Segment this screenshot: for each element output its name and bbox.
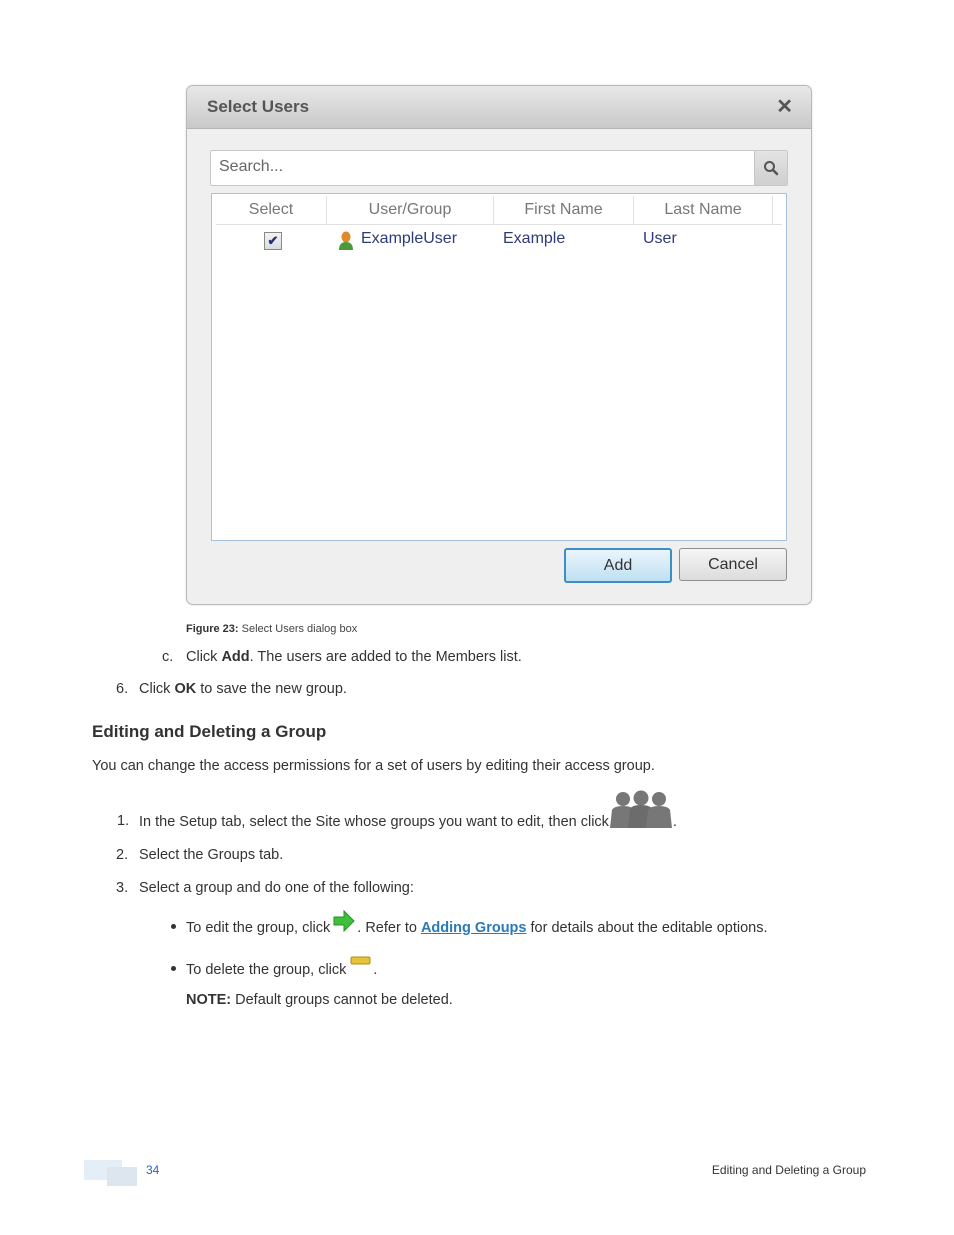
search-icon xyxy=(764,161,779,176)
step-text: Click xyxy=(139,681,175,697)
edit-arrow-icon xyxy=(333,909,355,933)
cell-last-name: User xyxy=(643,230,677,247)
section-intro: You can change the access permissions fo… xyxy=(92,758,655,774)
note-label: NOTE: xyxy=(186,992,232,1008)
figure-text: Select Users dialog box xyxy=(241,623,358,635)
dialog-title-bar: Select Users ✕ xyxy=(187,86,811,129)
step-marker: 1. xyxy=(117,813,130,829)
bullet-text: for details about the editable options. xyxy=(526,920,768,936)
user-icon xyxy=(339,231,353,250)
step-2: Select the Groups tab. xyxy=(139,847,284,863)
step-bold: OK xyxy=(174,681,197,697)
figure-caption: Figure 23: Select Users dialog box xyxy=(186,623,357,635)
search-button[interactable] xyxy=(754,151,787,185)
note: NOTE: Default groups cannot be deleted. xyxy=(186,992,453,1008)
bullet-text: To delete the group, click xyxy=(186,962,347,978)
step-marker: 2. xyxy=(116,847,129,863)
cell-first-name: Example xyxy=(503,230,566,247)
footer-section-title: Editing and Deleting a Group xyxy=(711,1163,866,1177)
bullet-text: . Refer to xyxy=(357,920,421,936)
bullet xyxy=(171,966,176,971)
adding-groups-link[interactable]: Adding Groups xyxy=(421,920,527,936)
grid-header: Select User/Group First Name Last Name xyxy=(216,196,782,225)
bullet-edit: To edit the group, click . Refer to Addi… xyxy=(186,909,768,936)
step-marker: 3. xyxy=(116,880,129,896)
bullet xyxy=(171,924,176,929)
page-number: 34 xyxy=(146,1163,160,1177)
search-box xyxy=(210,150,788,186)
add-button[interactable]: Add xyxy=(564,548,672,583)
users-grid: Select User/Group First Name Last Name ✔… xyxy=(211,193,787,541)
close-icon[interactable]: ✕ xyxy=(776,94,793,119)
note-text: Default groups cannot be deleted. xyxy=(231,992,453,1008)
column-header-select[interactable]: Select xyxy=(216,196,327,224)
groups-icon xyxy=(609,790,672,828)
select-checkbox[interactable]: ✔ xyxy=(264,232,282,250)
step-text: In the Setup tab, select the Site whose … xyxy=(139,814,609,830)
step-1: In the Setup tab, select the Site whose … xyxy=(139,788,677,830)
step-6: Click OK to save the new group. xyxy=(139,681,347,697)
step-text: Click xyxy=(186,649,222,665)
bullet-text: . xyxy=(373,962,378,978)
delete-icon xyxy=(350,956,371,965)
step-text: to save the new group. xyxy=(196,681,347,697)
dialog-title: Select Users xyxy=(207,97,310,116)
bullet-delete: To delete the group, click . xyxy=(186,952,377,978)
bullet-text: To edit the group, click xyxy=(186,920,331,936)
footer-decoration xyxy=(107,1167,137,1186)
step-marker: 6. xyxy=(116,681,129,697)
step-bold: Add xyxy=(221,649,250,665)
column-header-user-group[interactable]: User/Group xyxy=(327,196,494,224)
step-marker: c. xyxy=(162,649,174,665)
select-users-dialog: Select Users ✕ Select User/Group First N… xyxy=(186,85,812,605)
column-header-last-name[interactable]: Last Name xyxy=(634,196,773,224)
section-heading: Editing and Deleting a Group xyxy=(92,722,327,741)
step-text: . xyxy=(672,814,677,830)
step-c: Click Add. The users are added to the Me… xyxy=(186,649,522,665)
step-3: Select a group and do one of the followi… xyxy=(139,880,414,896)
column-header-first-name[interactable]: First Name xyxy=(494,196,634,224)
cell-user-group: ExampleUser xyxy=(361,230,458,247)
figure-label: Figure 23: xyxy=(186,623,239,635)
step-text: . The users are added to the Members lis… xyxy=(249,649,522,665)
search-input[interactable] xyxy=(211,151,757,183)
cancel-button[interactable]: Cancel xyxy=(679,548,787,581)
